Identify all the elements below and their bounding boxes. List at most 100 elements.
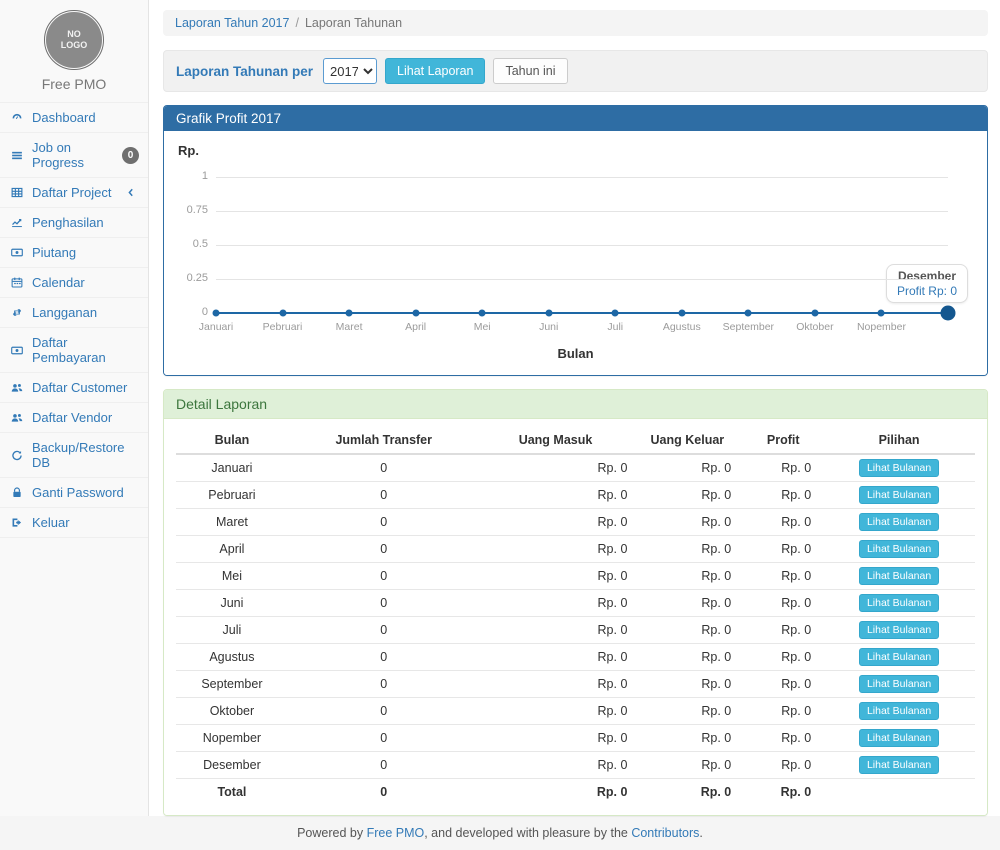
profit-series (216, 312, 948, 314)
users-icon (9, 381, 25, 395)
tooltip-value: Profit Rp: 0 (897, 284, 957, 298)
sign-out-icon (9, 516, 25, 530)
sidebar-item-daftar-vendor[interactable]: Daftar Vendor (0, 403, 148, 433)
col-header-uang-masuk: Uang Masuk (480, 427, 632, 454)
money-icon (9, 343, 25, 357)
sidebar-item-daftar-customer[interactable]: Daftar Customer (0, 373, 148, 403)
y-tick-label: 0.5 (176, 238, 208, 250)
y-tick-label: 0.25 (176, 272, 208, 284)
lihat-bulanan-button[interactable]: Lihat Bulanan (859, 486, 939, 504)
row-uang-masuk: Rp. 0 (480, 617, 632, 644)
row-uang-keluar: Rp. 0 (631, 509, 743, 536)
row-uang-masuk: Rp. 0 (480, 698, 632, 725)
row-uang-masuk: Rp. 0 (480, 644, 632, 671)
sidebar-item-langganan[interactable]: Langganan (0, 298, 148, 328)
row-uang-masuk: Rp. 0 (480, 454, 632, 482)
row-jumlah-transfer: 0 (288, 509, 480, 536)
tahun-ini-button[interactable]: Tahun ini (493, 58, 567, 84)
x-tick-label: Januari (199, 321, 233, 333)
sidebar-item-label: Daftar Customer (32, 380, 139, 395)
row-month: Januari (176, 454, 288, 482)
footer: Powered by Free PMO, and developed with … (0, 816, 1000, 850)
year-select[interactable]: 2017 (323, 58, 377, 84)
sidebar-item-calendar[interactable]: Calendar (0, 268, 148, 298)
table-row: Januari0Rp. 0Rp. 0Rp. 0Lihat Bulanan (176, 454, 975, 482)
x-tick-label: Nopember (857, 321, 906, 333)
year-filter-bar: Laporan Tahunan per 2017 Lihat Laporan T… (163, 50, 988, 92)
profit-chart-panel: Grafik Profit 2017 Rp. Desember Profit R… (163, 105, 988, 376)
row-jumlah-transfer: 0 (288, 590, 480, 617)
x-tick-label: Pebruari (263, 321, 303, 333)
table-row: Agustus0Rp. 0Rp. 0Rp. 0Lihat Bulanan (176, 644, 975, 671)
table-row: Juni0Rp. 0Rp. 0Rp. 0Lihat Bulanan (176, 590, 975, 617)
lihat-bulanan-button[interactable]: Lihat Bulanan (859, 675, 939, 693)
row-uang-keluar: Rp. 0 (631, 644, 743, 671)
row-jumlah-transfer: 0 (288, 644, 480, 671)
row-month: Nopember (176, 725, 288, 752)
data-point (412, 310, 419, 317)
table-row: Oktober0Rp. 0Rp. 0Rp. 0Lihat Bulanan (176, 698, 975, 725)
data-point (545, 310, 552, 317)
gridline (216, 245, 948, 246)
no-logo-image: NO LOGO (46, 12, 102, 68)
row-jumlah-transfer: 0 (288, 563, 480, 590)
x-tick-label: Agustus (663, 321, 701, 333)
sidebar-item-backup-restore-db[interactable]: Backup/Restore DB (0, 433, 148, 478)
row-jumlah-transfer: 0 (288, 752, 480, 779)
data-point (678, 310, 685, 317)
lihat-bulanan-button[interactable]: Lihat Bulanan (859, 756, 939, 774)
row-month: April (176, 536, 288, 563)
refresh-icon (9, 448, 25, 462)
table-icon (9, 186, 25, 200)
table-row: Desember0Rp. 0Rp. 0Rp. 0Lihat Bulanan (176, 752, 975, 779)
chart-panel-body: Rp. Desember Profit Rp: 0 10.750.50.250J… (164, 131, 987, 375)
row-uang-keluar: Rp. 0 (631, 725, 743, 752)
contributors-link[interactable]: Contributors (631, 826, 699, 840)
lihat-bulanan-button[interactable]: Lihat Bulanan (859, 540, 939, 558)
lihat-bulanan-button[interactable]: Lihat Bulanan (859, 513, 939, 531)
lihat-bulanan-button[interactable]: Lihat Bulanan (859, 648, 939, 666)
chart-x-axis-label: Bulan (176, 346, 975, 361)
row-uang-keluar: Rp. 0 (631, 752, 743, 779)
detail-panel-title: Detail Laporan (164, 390, 987, 419)
sidebar-item-job-on-progress[interactable]: Job on Progress0 (0, 133, 148, 178)
row-uang-keluar: Rp. 0 (631, 698, 743, 725)
y-tick-label: 0.75 (176, 204, 208, 216)
lihat-laporan-button[interactable]: Lihat Laporan (385, 58, 485, 84)
sidebar-item-dashboard[interactable]: Dashboard (0, 102, 148, 133)
lihat-bulanan-button[interactable]: Lihat Bulanan (859, 729, 939, 747)
row-profit: Rp. 0 (743, 482, 823, 509)
lihat-bulanan-button[interactable]: Lihat Bulanan (859, 621, 939, 639)
tasks-icon (9, 148, 25, 162)
total-transfer: 0 (288, 779, 480, 804)
logo-box: NO LOGO Free PMO (0, 0, 148, 102)
breadcrumb-link-laporan-tahun[interactable]: Laporan Tahun 2017 (175, 16, 289, 30)
sidebar-item-daftar-pembayaran[interactable]: Daftar Pembayaran (0, 328, 148, 373)
sidebar-item-daftar-project[interactable]: Daftar Project (0, 178, 148, 208)
table-header-row: Bulan Jumlah Transfer Uang Masuk Uang Ke… (176, 427, 975, 454)
row-uang-keluar: Rp. 0 (631, 590, 743, 617)
data-point (745, 310, 752, 317)
lihat-bulanan-button[interactable]: Lihat Bulanan (859, 459, 939, 477)
row-month: Maret (176, 509, 288, 536)
row-profit: Rp. 0 (743, 725, 823, 752)
free-pmo-link[interactable]: Free PMO (367, 826, 425, 840)
detail-laporan-panel: Detail Laporan Bulan Jumlah Transfer Uan… (163, 389, 988, 816)
gridline (216, 211, 948, 212)
row-jumlah-transfer: 0 (288, 536, 480, 563)
table-row: April0Rp. 0Rp. 0Rp. 0Lihat Bulanan (176, 536, 975, 563)
sidebar-item-ganti-password[interactable]: Ganti Password (0, 478, 148, 508)
sidebar-item-piutang[interactable]: Piutang (0, 238, 148, 268)
lihat-bulanan-button[interactable]: Lihat Bulanan (859, 567, 939, 585)
sidebar-item-label: Piutang (32, 245, 139, 260)
lihat-bulanan-button[interactable]: Lihat Bulanan (859, 702, 939, 720)
sidebar-item-keluar[interactable]: Keluar (0, 508, 148, 538)
profit-line-chart: Desember Profit Rp: 0 10.750.50.250Janua… (176, 161, 975, 339)
sidebar-item-label: Daftar Vendor (32, 410, 139, 425)
lihat-bulanan-button[interactable]: Lihat Bulanan (859, 594, 939, 612)
sidebar-item-penghasilan[interactable]: Penghasilan (0, 208, 148, 238)
row-uang-masuk: Rp. 0 (480, 563, 632, 590)
brand-name: Free PMO (0, 68, 148, 102)
table-row: Maret0Rp. 0Rp. 0Rp. 0Lihat Bulanan (176, 509, 975, 536)
row-jumlah-transfer: 0 (288, 671, 480, 698)
